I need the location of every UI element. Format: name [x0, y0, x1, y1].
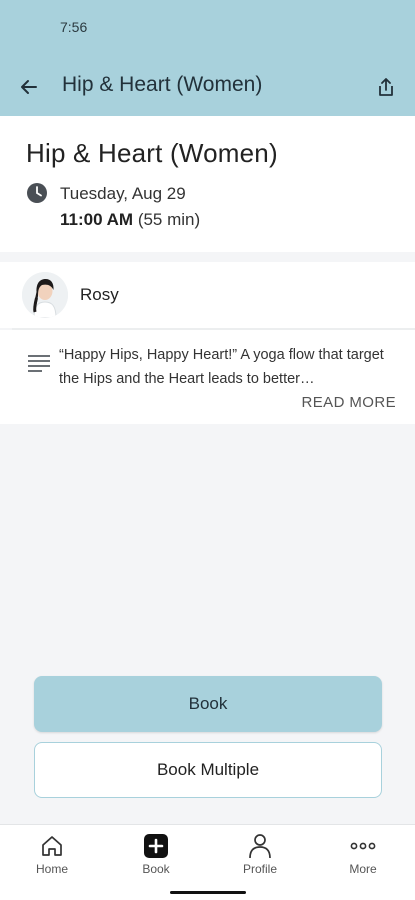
class-start-time: 11:00 AM [60, 210, 134, 229]
avatar [22, 272, 68, 318]
description-section: “Happy Hips, Happy Heart!” A yoga flow t… [0, 330, 415, 424]
nav-label-book: Book [142, 862, 170, 876]
nav-item-book[interactable]: Book [116, 833, 196, 881]
app-bar: Hip & Heart (Women) [0, 56, 415, 116]
bottom-nav: Home Book Profile More [0, 824, 415, 900]
app-bar-title: Hip & Heart (Women) [62, 73, 263, 96]
plus-square-icon [143, 833, 169, 859]
clock-icon [27, 183, 47, 203]
nav-item-more[interactable]: More [323, 833, 403, 881]
book-multiple-button[interactable]: Book Multiple [34, 742, 382, 798]
class-date: Tuesday, Aug 29 [60, 184, 186, 203]
more-dots-icon [350, 833, 376, 859]
back-button[interactable] [14, 72, 44, 102]
home-indicator [170, 891, 246, 894]
nav-item-home[interactable]: Home [12, 833, 92, 881]
book-button[interactable]: Book [34, 676, 382, 732]
instructor-name: Rosy [80, 285, 119, 304]
nav-label-home: Home [35, 862, 68, 876]
class-duration: (55 min) [137, 210, 201, 229]
instructor-row[interactable]: Rosy [0, 262, 415, 328]
class-time-row: 11:00 AM (55 min) [60, 210, 200, 230]
status-bar: 7:56 [0, 0, 415, 56]
person-icon [247, 833, 273, 859]
nav-label-profile: Profile [242, 862, 277, 876]
arrow-left-icon [21, 80, 37, 94]
description-lines-icon [28, 355, 50, 372]
nav-label-more: More [349, 862, 377, 876]
home-icon [39, 833, 65, 859]
status-time: 7:56 [60, 19, 88, 35]
class-header: Hip & Heart (Women) Tuesday, Aug 29 11:0… [0, 116, 415, 252]
read-more-link[interactable]: READ MORE [302, 394, 396, 411]
share-icon [379, 78, 393, 96]
share-button[interactable] [371, 72, 401, 102]
description-text: “Happy Hips, Happy Heart!” A yoga flow t… [59, 347, 384, 387]
nav-item-profile[interactable]: Profile [220, 833, 300, 881]
class-title: Hip & Heart (Women) [26, 138, 278, 168]
